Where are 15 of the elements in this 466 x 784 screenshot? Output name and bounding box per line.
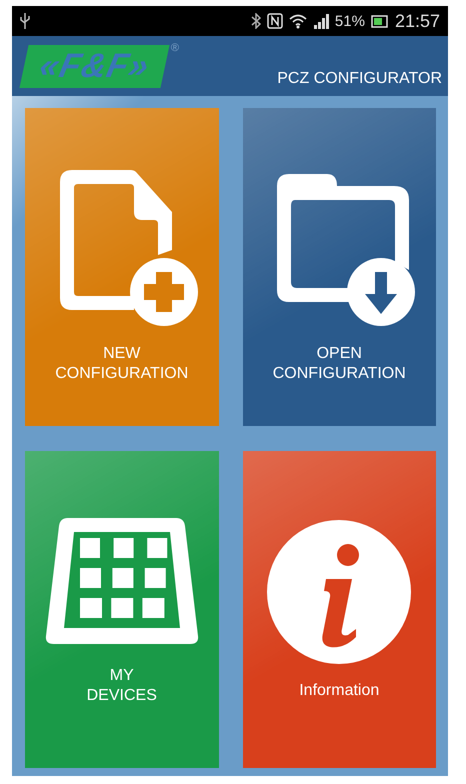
menu-tile[interactable]: Information bbox=[242, 450, 436, 768]
menu-tile[interactable]: NEW CONFIGURATION bbox=[25, 108, 218, 426]
menu-tile[interactable]: MY DEVICES bbox=[25, 450, 218, 768]
wifi-icon bbox=[288, 13, 307, 29]
clock-time: 21:57 bbox=[394, 10, 440, 32]
signal-icon bbox=[312, 13, 329, 29]
usb-icon bbox=[20, 13, 30, 29]
battery-icon bbox=[370, 14, 389, 28]
bluetooth-icon bbox=[250, 13, 261, 29]
app-title: PCZ CONFIGURATOR bbox=[277, 70, 442, 88]
nfc-icon bbox=[266, 13, 283, 29]
battery-percent: 51% bbox=[334, 12, 365, 30]
registered-mark: ® bbox=[170, 42, 180, 54]
menu-tile[interactable]: OPEN CONFIGURATION bbox=[242, 108, 436, 426]
logo: «F&F» bbox=[19, 44, 170, 88]
